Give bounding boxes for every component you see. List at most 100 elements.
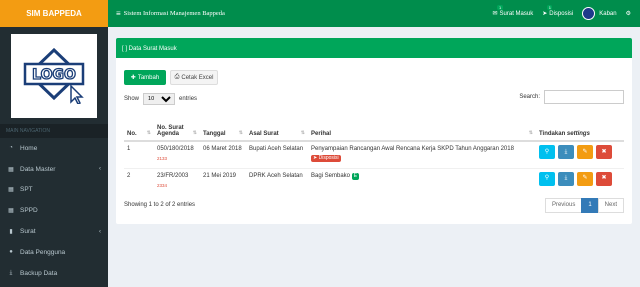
cell-perihal: Bagi Sembako E — [308, 167, 536, 193]
surat-masuk-box: [ ] Data Surat Masuk ✚ Tambah ⎙ Cetak Ex… — [116, 38, 632, 224]
sidebar-item-label: Surat — [20, 228, 36, 236]
disposisi-link[interactable]: ➤ 1 Disposisi — [542, 5, 574, 17]
edit-button[interactable]: ✎ — [577, 171, 593, 186]
surat-masuk-badge: 1 — [497, 5, 503, 10]
cell-perihal: Penyampaian Rancangan Awal Rencana Kerja… — [308, 140, 536, 168]
delete-button[interactable]: ✖ — [596, 171, 612, 186]
cell-actions: ⚲ ⤓ ✎ ✖ — [536, 167, 624, 193]
sidebar-item-home[interactable]: ◔ Home — [0, 138, 108, 159]
trash-icon: ✖ — [601, 148, 607, 155]
gears-icon: ⚙ — [625, 11, 631, 17]
entries-select[interactable]: 10 — [143, 93, 176, 105]
edit-icon: ✎ — [582, 175, 588, 181]
view-button[interactable]: ⚲ — [539, 145, 555, 159]
trash-icon: ✖ — [601, 175, 607, 181]
tambah-label: Tambah — [137, 74, 160, 81]
search-control: Search: — [519, 90, 624, 104]
sidebar-item-label: Home — [20, 144, 38, 152]
sidebar-item-backup-data[interactable]: ⤓ Backup Data — [0, 263, 108, 284]
surat-masuk-label: Surat Masuk — [499, 10, 534, 17]
user-menu[interactable]: Kaban — [582, 7, 617, 20]
tambah-button[interactable]: ✚ Tambah — [124, 70, 166, 85]
disposisi-label: Disposisi — [549, 10, 574, 17]
download-icon: ⤓ — [9, 269, 13, 276]
cell-no: 2 — [124, 167, 154, 193]
column-header-tanggal[interactable]: Tanggal ⇅ — [200, 108, 246, 142]
page-1-button[interactable]: 1 — [581, 198, 599, 213]
sidebar-item-sppd[interactable]: ▦ SPPD — [0, 200, 108, 221]
download-button[interactable]: ⤓ — [558, 171, 574, 186]
table-info: Showing 1 to 2 of 2 entries — [124, 202, 196, 208]
table-icon: ▦ — [8, 187, 14, 194]
column-header-asal[interactable]: Asal Surat ⇅ — [246, 108, 308, 142]
dashboard-icon: ◔ — [9, 145, 13, 152]
search-icon: ⚲ — [544, 175, 550, 181]
sidebar-menu: ◔ Home ▦ Data Master ‹ ▦ SPT ▦ SPPD ▮ Su… — [0, 138, 108, 284]
search-input[interactable] — [544, 90, 624, 104]
cell-tanggal: 06 Maret 2018 — [200, 140, 246, 168]
sidebar-item-data-master[interactable]: ▦ Data Master ‹ — [0, 159, 108, 180]
agenda-sub: 2133 — [157, 156, 168, 161]
envelope-icon: ✉ — [492, 11, 498, 17]
top-navbar: ≡ Sistem Informasi Manajemen Bappeda ✉ 1… — [108, 0, 640, 27]
download-icon: ⤓ — [564, 175, 568, 181]
column-header-tindakan: Tindakan settings — [536, 108, 624, 142]
column-header-agenda[interactable]: No. Surat Agenda ⇅ — [154, 108, 200, 142]
cell-asal: Bupati Aceh Selatan — [246, 140, 308, 168]
status-badge[interactable]: E — [351, 172, 360, 180]
search-label: Search: — [519, 94, 540, 100]
sidebar-item-surat[interactable]: ▮ Surat ‹ — [0, 221, 108, 242]
cetak-excel-button[interactable]: ⎙ Cetak Excel — [170, 70, 218, 85]
cell-tanggal: 21 Mei 2019 — [200, 167, 246, 193]
sidebar-item-label: Data Master — [20, 165, 56, 173]
nav-header: MAIN NAVIGATION — [0, 124, 108, 138]
disposisi-badge[interactable]: ➤ Disposisi — [311, 155, 341, 162]
sidebar-item-label: SPPD — [20, 207, 38, 215]
brand-logo[interactable]: SIM BAPPEDA — [0, 0, 108, 27]
column-header-perihal[interactable]: Perihal ⇅ — [308, 108, 536, 142]
plus-icon: ✚ — [130, 75, 136, 81]
view-button[interactable]: ⚲ — [539, 171, 555, 186]
table-icon: ▦ — [8, 166, 14, 173]
entries-label: entries — [179, 96, 198, 102]
delete-button[interactable]: ✖ — [596, 145, 612, 159]
sidebar-item-spt[interactable]: ▦ SPT — [0, 180, 108, 201]
box-title: [ ] Data Surat Masuk — [116, 40, 632, 58]
sidebar-logo-area: LOGO — [0, 27, 108, 124]
cell-agenda: 23/FR/2003 2334 — [154, 167, 200, 193]
user-icon: ● — [9, 249, 13, 256]
settings-toggle[interactable]: ⚙ — [626, 10, 631, 17]
sidebar-item-label: SPT — [20, 186, 33, 194]
next-page-button[interactable]: Next — [597, 198, 624, 213]
cell-actions: ⚲ ⤓ ✎ ✖ — [536, 140, 624, 168]
system-title: Sistem Informasi Manajemen Bappeda — [123, 10, 225, 17]
disposisi-badge: 1 — [547, 5, 553, 10]
sidebar-item-data-pengguna[interactable]: ● Data Pengguna — [0, 242, 108, 263]
entries-length-control: Show 10 entries — [124, 93, 197, 105]
table-row: 2 23/FR/2003 2334 21 Mei 2019 DPRK Aceh … — [124, 167, 624, 193]
edit-button[interactable]: ✎ — [577, 145, 593, 159]
download-button[interactable]: ⤓ — [558, 145, 574, 159]
cell-no: 1 — [124, 140, 154, 168]
cell-agenda: 050/180/2018 2133 — [154, 140, 200, 168]
search-icon: ⚲ — [544, 148, 550, 155]
surat-masuk-link[interactable]: ✉ 1 Surat Masuk — [492, 5, 534, 17]
edit-icon: ✎ — [582, 148, 588, 155]
agenda-sub: 2334 — [157, 182, 168, 188]
bookmark-icon: ▮ — [9, 229, 13, 236]
avatar — [582, 7, 596, 20]
surat-masuk-table: No. ⇅ No. Surat Agenda ⇅ Tanggal ⇅ Asal Sur… — [124, 108, 624, 193]
column-header-no[interactable]: No. ⇅ — [124, 108, 154, 142]
chevron-left-icon: ‹ — [99, 228, 101, 235]
print-icon: ⎙ — [174, 74, 180, 80]
sidebar-item-label: Data Pengguna — [20, 248, 66, 256]
pagination: Previous 1 Next — [544, 198, 624, 213]
menu-toggle-icon[interactable]: ≡ — [116, 9, 121, 18]
previous-page-button[interactable]: Previous — [544, 198, 583, 213]
user-name: Kaban — [599, 10, 617, 17]
cetak-excel-label: Cetak Excel — [181, 74, 214, 81]
chevron-left-icon: ‹ — [99, 166, 101, 173]
table-row: 1 050/180/2018 2133 06 Maret 2018 Bupati… — [124, 140, 624, 168]
sidebar: LOGO MAIN NAVIGATION ◔ Home ▦ Data Maste… — [0, 27, 108, 287]
paper-plane-icon: ➤ — [542, 11, 548, 17]
